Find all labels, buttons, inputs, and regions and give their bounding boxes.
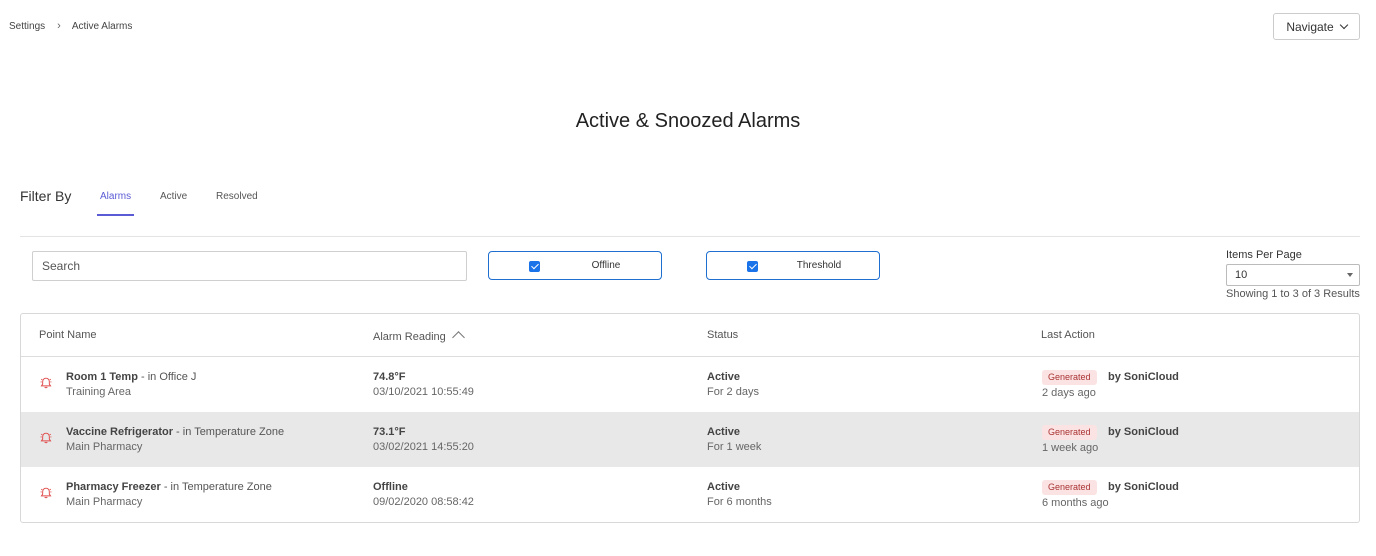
tab-alarms[interactable]: Alarms: [100, 191, 131, 202]
point-area: Training Area: [66, 386, 132, 398]
tab-resolved[interactable]: Resolved: [216, 191, 258, 202]
point-name: Room 1 Temp - in Office J: [66, 371, 197, 383]
column-header-last-action[interactable]: Last Action: [1041, 329, 1095, 341]
point-name: Pharmacy Freezer - in Temperature Zone: [66, 481, 272, 493]
chevron-down-icon: [1339, 20, 1348, 29]
table-row[interactable]: Vaccine Refrigerator - in Temperature Zo…: [21, 412, 1359, 467]
items-per-page-select[interactable]: 10: [1226, 264, 1360, 286]
action-by: by SoniCloud: [1108, 426, 1179, 438]
table-row[interactable]: Pharmacy Freezer - in Temperature Zone M…: [21, 467, 1359, 522]
dropdown-arrow-icon: [1347, 273, 1353, 277]
items-per-page-label: Items Per Page: [1226, 249, 1302, 261]
status-badge: Generated: [1042, 480, 1097, 495]
status-duration: For 6 months: [707, 496, 772, 508]
threshold-label: Threshold: [796, 260, 842, 271]
status: Active: [707, 371, 741, 383]
status-duration: For 2 days: [707, 386, 759, 398]
action-by: by SoniCloud: [1108, 371, 1179, 383]
status: Active: [707, 426, 741, 438]
alarm-bell-icon: [40, 432, 52, 444]
alarm-reading: 73.1°F: [373, 426, 406, 438]
status-badge: Generated: [1042, 370, 1097, 385]
status-duration: For 1 week: [707, 441, 762, 453]
table-header: Point Name Alarm Reading Status Last Act…: [21, 314, 1359, 357]
alarm-reading: Offline: [373, 481, 408, 493]
alarm-reading-time: 09/02/2020 08:58:42: [373, 496, 474, 508]
results-summary: Showing 1 to 3 of 3 Results: [1226, 288, 1360, 300]
status-badge: Generated: [1042, 425, 1097, 440]
status: Active: [707, 481, 741, 493]
page-title: Active & Snoozed Alarms: [575, 110, 801, 132]
items-per-page-value: 10: [1235, 269, 1248, 281]
point-name: Vaccine Refrigerator - in Temperature Zo…: [66, 426, 285, 438]
divider: [20, 236, 1360, 237]
table-row[interactable]: Room 1 Temp - in Office J Training Area …: [21, 357, 1359, 412]
offline-filter-toggle[interactable]: Offline: [488, 251, 662, 280]
alarm-reading-time: 03/02/2021 14:55:20: [373, 441, 474, 453]
action-ago: 1 week ago: [1042, 442, 1099, 454]
alarms-table: Point Name Alarm Reading Status Last Act…: [20, 313, 1360, 523]
alarm-bell-icon: [40, 487, 52, 499]
breadcrumb: Settings › Active Alarms: [9, 20, 132, 32]
sort-caret-up-icon[interactable]: [451, 331, 465, 344]
filter-by-label: Filter By: [20, 188, 72, 204]
alarm-bell-icon: [40, 377, 52, 389]
point-area: Main Pharmacy: [66, 441, 143, 453]
column-header-alarm-reading-label: Alarm Reading: [373, 331, 446, 343]
column-header-alarm-reading[interactable]: Alarm Reading: [373, 331, 465, 344]
threshold-filter-toggle[interactable]: Threshold: [706, 251, 880, 280]
action-by: by SoniCloud: [1108, 481, 1179, 493]
action-ago: 2 days ago: [1042, 387, 1096, 399]
navigate-button[interactable]: Navigate: [1273, 13, 1360, 40]
breadcrumb-settings-link[interactable]: Settings: [9, 21, 45, 32]
tab-active[interactable]: Active: [160, 191, 187, 202]
alarm-reading: 74.8°F: [373, 371, 406, 383]
alarm-reading-time: 03/10/2021 10:55:49: [373, 386, 474, 398]
navigate-label: Navigate: [1286, 19, 1334, 34]
action-ago: 6 months ago: [1042, 497, 1109, 509]
chevron-right-icon: ›: [57, 20, 61, 32]
column-header-status[interactable]: Status: [707, 329, 738, 341]
search-input[interactable]: [32, 251, 467, 281]
point-area: Main Pharmacy: [66, 496, 143, 508]
offline-label: Offline: [591, 260, 621, 271]
active-tab-indicator: [97, 214, 134, 216]
column-header-point-name[interactable]: Point Name: [39, 329, 96, 341]
breadcrumb-current: Active Alarms: [71, 20, 133, 32]
